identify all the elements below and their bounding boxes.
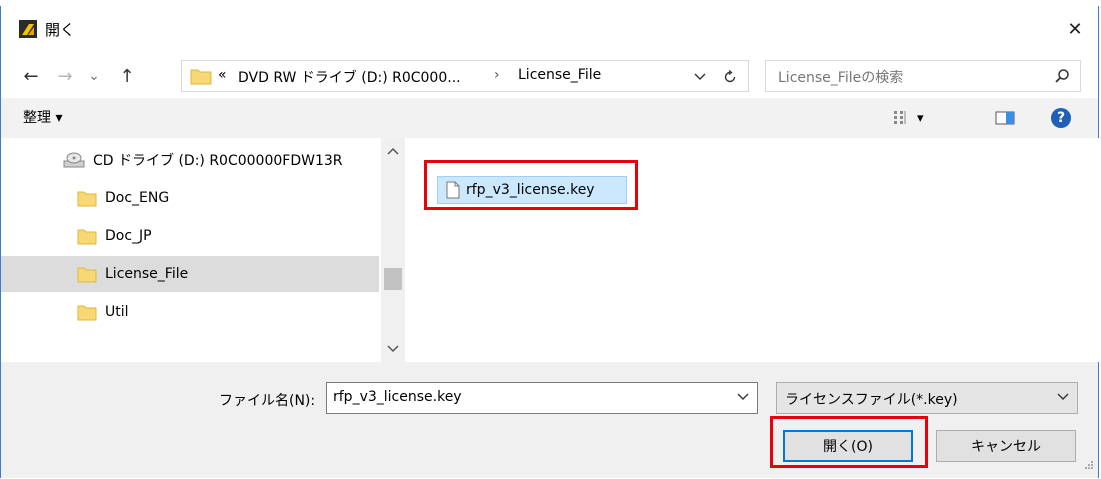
filename-label: ファイル名(N): xyxy=(219,393,316,409)
tree-item-util[interactable]: Util xyxy=(1,294,379,330)
window-title: 開く xyxy=(45,21,76,39)
view-grid-icon xyxy=(894,111,906,124)
folder-icon xyxy=(190,67,212,89)
tree-item-label: Doc_JP xyxy=(105,228,152,244)
scroll-thumb[interactable] xyxy=(384,268,402,290)
scroll-up-button[interactable] xyxy=(381,142,405,160)
file-type-select[interactable]: ライセンスファイル(*.key) xyxy=(776,382,1078,414)
tree-item-label: CD ドライブ (D:) R0C00000FDW13R xyxy=(93,153,343,169)
organize-menu-button[interactable]: 整理 ▾ xyxy=(23,107,62,127)
tree-scrollbar[interactable] xyxy=(381,138,405,362)
chevron-up-icon xyxy=(387,147,399,155)
chevron-down-icon xyxy=(1057,393,1069,400)
arrow-left-icon: ← xyxy=(23,65,39,87)
address-segment-drive[interactable]: DVD RW ドライブ (D:) R0C000... xyxy=(238,67,461,87)
folder-icon xyxy=(77,226,97,246)
search-box[interactable]: License_Fileの検索 xyxy=(765,60,1081,92)
folder-icon xyxy=(77,302,97,322)
tree-item-label: Doc_ENG xyxy=(105,190,170,206)
recent-locations-button[interactable]: ⌄ xyxy=(85,62,103,90)
highlight-box-file xyxy=(424,160,638,210)
cd-drive-icon xyxy=(63,151,85,169)
refresh-button[interactable] xyxy=(718,66,742,88)
navigation-tree: CD ドライブ (D:) R0C00000FDW13R Doc_ENG Doc_… xyxy=(1,138,379,350)
tree-item-cd-drive[interactable]: CD ドライブ (D:) R0C00000FDW13R xyxy=(1,142,379,178)
cancel-button[interactable]: キャンセル xyxy=(936,430,1076,462)
address-separator[interactable]: › xyxy=(494,67,500,83)
address-segment-folder[interactable]: License_File xyxy=(518,67,601,83)
refresh-icon xyxy=(724,69,736,83)
help-button[interactable]: ? xyxy=(1051,106,1071,130)
close-icon: ✕ xyxy=(1067,18,1083,40)
folder-icon xyxy=(77,264,97,284)
tree-item-doc-eng[interactable]: Doc_ENG xyxy=(1,180,379,216)
highlight-box-open-button xyxy=(770,416,928,468)
preview-pane-icon xyxy=(995,111,1015,125)
address-dropdown-button[interactable] xyxy=(692,67,708,87)
forward-button[interactable]: → xyxy=(53,62,77,90)
address-bar[interactable]: « DVD RW ドライブ (D:) R0C000... › License_F… xyxy=(181,60,749,92)
file-type-dropdown[interactable] xyxy=(1057,389,1069,405)
chevron-down-icon: ⌄ xyxy=(88,68,100,84)
chevron-down-icon xyxy=(387,345,399,353)
close-button[interactable]: ✕ xyxy=(1052,6,1098,52)
tree-item-label: Util xyxy=(105,304,129,320)
view-dropdown-button[interactable]: ▾ xyxy=(917,106,924,130)
arrow-right-icon: → xyxy=(57,65,73,87)
title-bar: 開く ✕ xyxy=(1,6,1098,52)
up-button[interactable]: ↑ xyxy=(115,62,139,90)
view-options-button[interactable] xyxy=(893,106,909,130)
file-type-value: ライセンスファイル(*.key) xyxy=(785,392,958,408)
scroll-down-button[interactable] xyxy=(381,340,405,358)
folder-icon xyxy=(77,188,97,208)
tree-item-license-file[interactable]: License_File xyxy=(1,256,379,292)
address-overflow[interactable]: « xyxy=(218,67,227,83)
filename-input[interactable]: rfp_v3_license.key xyxy=(326,382,758,414)
resize-grip-icon[interactable] xyxy=(1084,458,1094,474)
arrow-up-icon: ↑ xyxy=(119,65,135,87)
navigation-bar: ← → ⌄ ↑ « DVD RW ドライブ (D:) R0C000... › L… xyxy=(1,54,1098,98)
command-toolbar: 整理 ▾ ▾ ? xyxy=(1,98,1098,138)
dialog-footer: ファイル名(N): rfp_v3_license.key ライセンスファイル(*… xyxy=(1,362,1098,478)
search-placeholder: License_Fileの検索 xyxy=(778,70,904,86)
back-button[interactable]: ← xyxy=(19,62,43,90)
filename-value: rfp_v3_license.key xyxy=(333,389,462,405)
search-icon[interactable] xyxy=(1054,68,1070,88)
chevron-down-icon xyxy=(737,393,749,400)
chevron-down-icon xyxy=(694,73,706,80)
app-icon xyxy=(19,20,37,38)
open-file-dialog: 開く ✕ ← → ⌄ ↑ « DVD RW ドライブ (D:) R0C000..… xyxy=(0,6,1099,478)
preview-pane-button[interactable] xyxy=(995,106,1015,130)
tree-item-doc-jp[interactable]: Doc_JP xyxy=(1,218,379,254)
help-icon: ? xyxy=(1051,108,1071,128)
filename-history-dropdown[interactable] xyxy=(737,389,749,405)
tree-item-label: License_File xyxy=(105,266,189,282)
